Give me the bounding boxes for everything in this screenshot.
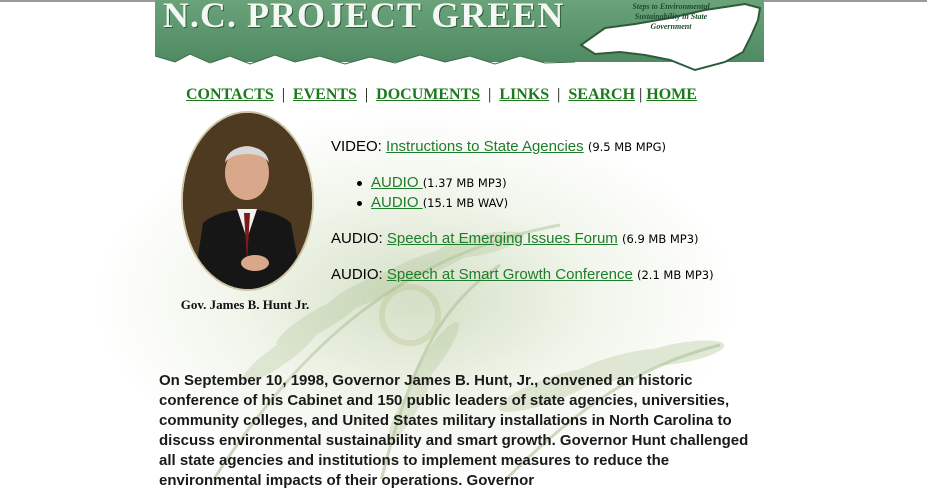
video-label: VIDEO: <box>331 138 382 155</box>
governor-portrait <box>181 111 314 291</box>
video-audio-list: AUDIO (1.37 MB MP3) AUDIO (15.1 MB WAV) <box>357 174 508 214</box>
audio-label: AUDIO: <box>331 230 383 247</box>
emerging-issues-size: (6.9 MB MP3) <box>621 232 699 246</box>
audio-wav-link[interactable]: AUDIO <box>371 194 423 211</box>
audio-mp3-link[interactable]: AUDIO <box>371 174 423 191</box>
list-item: AUDIO (15.1 MB WAV) <box>357 194 508 214</box>
list-item: AUDIO (1.37 MB MP3) <box>357 174 508 194</box>
audio-wav-size: (15.1 MB WAV) <box>422 196 509 210</box>
audio-row-smart-growth: AUDIO: Speech at Smart Growth Conference… <box>331 266 714 283</box>
nav-home[interactable]: HOME <box>646 86 697 103</box>
site-banner: N.C. PROJECT GREEN Steps to Environmenta… <box>155 0 764 78</box>
nav-documents[interactable]: DOCUMENTS <box>376 86 480 103</box>
map-tagline: Steps to Environmental Sustainability in… <box>632 2 710 31</box>
audio-mp3-size: (1.37 MB MP3) <box>422 176 507 190</box>
nav-separator: | <box>281 86 285 103</box>
nav-search[interactable]: SEARCH <box>568 86 635 103</box>
smart-growth-link[interactable]: Speech at Smart Growth Conference <box>387 266 633 283</box>
portrait-photo <box>183 113 312 289</box>
nav-separator: | <box>488 86 492 103</box>
nav-links[interactable]: LINKS <box>499 86 549 103</box>
video-link[interactable]: Instructions to State Agencies <box>386 138 584 155</box>
emerging-issues-link[interactable]: Speech at Emerging Issues Forum <box>387 230 618 247</box>
nav-separator: | <box>639 86 643 103</box>
site-title: N.C. PROJECT GREEN <box>163 0 565 35</box>
video-row: VIDEO: Instructions to State Agencies (9… <box>331 138 666 155</box>
audio-row-emerging-issues: AUDIO: Speech at Emerging Issues Forum (… <box>331 230 699 247</box>
audio-label: AUDIO: <box>331 266 383 283</box>
nav-separator: | <box>364 86 369 103</box>
smart-growth-size: (2.1 MB MP3) <box>637 268 714 282</box>
main-nav: CONTACTS | EVENTS | DOCUMENTS | LINKS | SEARCH | H… <box>186 86 746 106</box>
portrait-caption: Gov. James B. Hunt Jr. <box>180 297 310 312</box>
nav-events[interactable]: EVENTS <box>293 86 357 103</box>
video-size: (9.5 MB MPG) <box>587 140 666 154</box>
intro-paragraph: On September 10, 1998, Governor James B.… <box>159 372 749 489</box>
nav-separator: | <box>557 86 561 103</box>
nav-contacts[interactable]: CONTACTS <box>186 86 274 103</box>
